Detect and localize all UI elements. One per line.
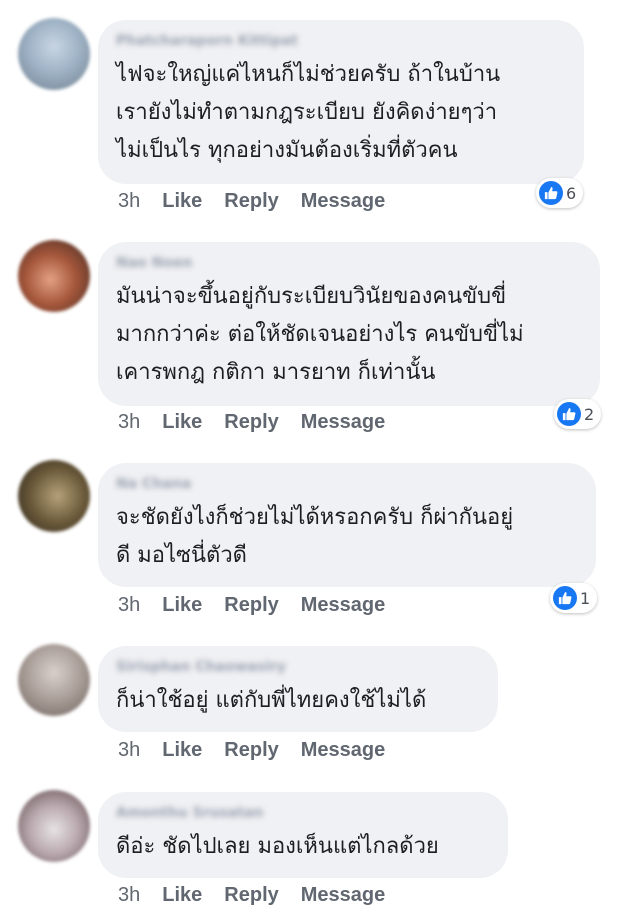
like-button[interactable]: Like xyxy=(162,739,202,762)
comment-actions: 3h Like Reply Message xyxy=(118,411,385,434)
like-button[interactable]: Like xyxy=(162,190,202,213)
reply-button[interactable]: Reply xyxy=(224,884,278,907)
reply-button[interactable]: Reply xyxy=(224,594,278,617)
like-icon xyxy=(557,402,581,426)
comment-actions: 3h Like Reply Message xyxy=(118,594,385,617)
comment-timestamp[interactable]: 3h xyxy=(118,190,140,213)
avatar[interactable] xyxy=(18,18,90,90)
comment-bubble: Amonthu Srusatan ดีอ่ะ ชัดไปเลย มองเห็นแ… xyxy=(98,792,508,878)
comment-author[interactable]: Na Chana xyxy=(116,475,191,493)
comment-text: ก็น่าใช้อยู่ แต่กับพี่ไทยคงใช้ไม่ได้ xyxy=(116,688,427,713)
comment-text: มันน่าจะขึ้นอยู่กับระเบียบวินัยของคนขับข… xyxy=(116,284,524,385)
message-button[interactable]: Message xyxy=(301,884,386,907)
comment-author[interactable]: Phatcharaporn Kittipat xyxy=(116,32,298,50)
comment-bubble: Sirisphan Chaowasiry ก็น่าใช้อยู่ แต่กับ… xyxy=(98,646,498,732)
comment-text: จะชัดยังไงก็ช่วยไม่ได้หรอกครับ ก็ผ่ากันอ… xyxy=(116,505,514,568)
like-button[interactable]: Like xyxy=(162,594,202,617)
reaction-count: 2 xyxy=(584,404,595,424)
comment-timestamp[interactable]: 3h xyxy=(118,594,140,617)
comment-text: ไฟจะใหญ่แค่ไหนก็ไม่ช่วยครับ ถ้าในบ้าน เร… xyxy=(116,62,501,163)
comment-bubble: Nao Noen มันน่าจะขึ้นอยู่กับระเบียบวินัย… xyxy=(98,242,600,406)
avatar[interactable] xyxy=(18,644,90,716)
message-button[interactable]: Message xyxy=(301,739,386,762)
comment-author[interactable]: Amonthu Srusatan xyxy=(116,804,263,822)
reaction-count-badge[interactable]: 1 xyxy=(550,583,598,613)
like-icon xyxy=(539,181,563,205)
comment-actions: 3h Like Reply Message xyxy=(118,739,385,762)
message-button[interactable]: Message xyxy=(301,411,386,434)
reply-button[interactable]: Reply xyxy=(224,411,278,434)
reaction-count: 6 xyxy=(566,183,577,203)
like-button[interactable]: Like xyxy=(162,411,202,434)
comment-actions: 3h Like Reply Message xyxy=(118,190,385,213)
comment-timestamp[interactable]: 3h xyxy=(118,884,140,907)
avatar[interactable] xyxy=(18,240,90,312)
reaction-count-badge[interactable]: 2 xyxy=(554,399,602,429)
comment-actions: 3h Like Reply Message xyxy=(118,884,385,907)
like-icon xyxy=(553,586,577,610)
comment-bubble: Na Chana จะชัดยังไงก็ช่วยไม่ได้หรอกครับ … xyxy=(98,463,596,587)
reaction-count: 1 xyxy=(580,588,591,608)
reply-button[interactable]: Reply xyxy=(224,190,278,213)
reply-button[interactable]: Reply xyxy=(224,739,278,762)
message-button[interactable]: Message xyxy=(301,190,386,213)
comment-author[interactable]: Nao Noen xyxy=(116,254,192,272)
message-button[interactable]: Message xyxy=(301,594,386,617)
comment-bubble: Phatcharaporn Kittipat ไฟจะใหญ่แค่ไหนก็ไ… xyxy=(98,20,584,184)
avatar[interactable] xyxy=(18,790,90,862)
like-button[interactable]: Like xyxy=(162,884,202,907)
comment-timestamp[interactable]: 3h xyxy=(118,411,140,434)
comment-timestamp[interactable]: 3h xyxy=(118,739,140,762)
comment-author[interactable]: Sirisphan Chaowasiry xyxy=(116,658,286,676)
reaction-count-badge[interactable]: 6 xyxy=(536,178,584,208)
avatar[interactable] xyxy=(18,460,90,532)
comment-text: ดีอ่ะ ชัดไปเลย มองเห็นแต่ไกลด้วย xyxy=(116,834,439,859)
